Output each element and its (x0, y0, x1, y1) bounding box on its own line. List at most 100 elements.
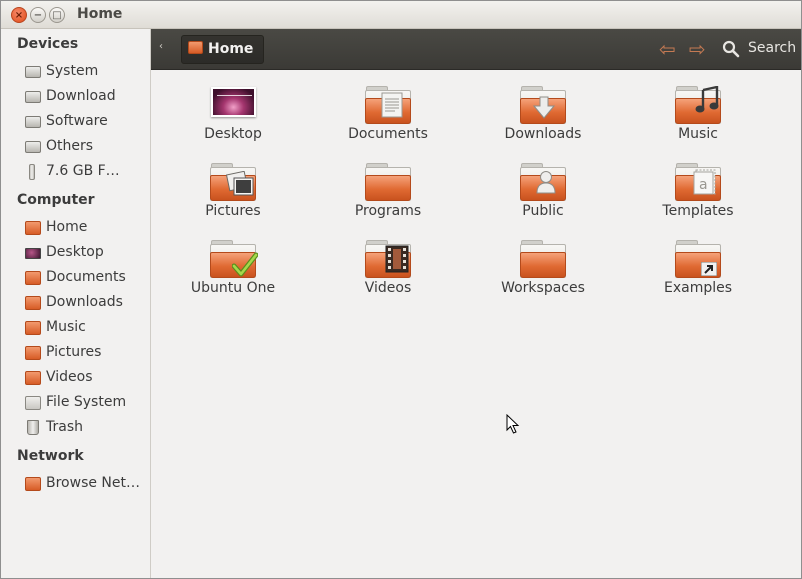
sidebar-item-label: File System (46, 394, 127, 410)
file-item-documents[interactable]: Documents (318, 70, 458, 142)
sidebar-item-videos[interactable]: Videos (25, 368, 147, 390)
folder-icon (520, 240, 566, 278)
file-item-label: Music (678, 126, 718, 142)
file-item-label: Documents (348, 126, 428, 142)
examples-folder-icon (675, 240, 721, 278)
file-item-label: Videos (364, 280, 412, 296)
sidebar-item-label: Downloads (46, 294, 123, 310)
drive-icon (25, 141, 41, 153)
sidebar-heading-devices: Devices (17, 36, 79, 52)
ubuntu-one-folder-icon (210, 240, 258, 278)
file-item-label: Downloads (504, 126, 582, 142)
sidebar-item-label: Documents (46, 269, 126, 285)
title-bar[interactable]: × − □ Home (1, 1, 801, 29)
music-folder-icon (675, 86, 721, 124)
sidebar-item-label: Home (46, 219, 88, 235)
sidebar-item-music[interactable]: Music (25, 318, 147, 340)
videos-folder-icon (25, 371, 41, 385)
file-item-ubuntu-one[interactable]: Ubuntu One (163, 224, 303, 296)
videos-folder-icon (365, 240, 411, 278)
sidebar-item-software[interactable]: Software (25, 112, 147, 134)
file-item-downloads[interactable]: Downloads (473, 70, 613, 142)
svg-text:a: a (699, 177, 708, 193)
sidebar-item-downloads[interactable]: Downloads (25, 293, 147, 315)
sidebar-heading-computer: Computer (17, 192, 95, 208)
home-folder-icon (188, 41, 203, 54)
folder-icon (365, 163, 411, 201)
drive-icon (25, 91, 41, 103)
pictures-folder-icon (210, 163, 256, 201)
sidebar-item-label: Music (46, 319, 86, 335)
desktop-thumbnail-icon (211, 87, 256, 117)
trash-icon (27, 420, 39, 435)
file-item-public[interactable]: Public (473, 147, 613, 219)
sidebar-item-label: Pictures (46, 344, 102, 360)
sidebar-item-home[interactable]: Home (25, 218, 147, 240)
drive-icon (25, 116, 41, 128)
file-item-label: Examples (663, 280, 733, 296)
file-item-templates[interactable]: a Templates (628, 147, 768, 219)
sidebar-item-usb-drive[interactable]: 7.6 GB F… (25, 162, 164, 184)
back-arrow-icon[interactable]: ⇦ (659, 37, 676, 61)
network-icon (25, 477, 41, 491)
breadcrumb-home-button[interactable]: Home (181, 35, 265, 64)
forward-arrow-icon[interactable]: ⇨ (689, 37, 706, 61)
file-grid: Desktop Documents Downloads Music Pictur… (151, 70, 801, 578)
music-folder-icon (25, 321, 41, 335)
desktop-icon (25, 248, 41, 259)
file-item-pictures[interactable]: Pictures (163, 147, 303, 219)
file-item-label: Ubuntu One (190, 280, 276, 296)
breadcrumb-label: Home (208, 41, 254, 57)
file-item-videos[interactable]: Videos (318, 224, 458, 296)
usb-drive-icon (29, 164, 35, 180)
sidebar-item-pictures[interactable]: Pictures (25, 343, 147, 365)
sidebar-item-browse-network[interactable]: Browse Net… (25, 474, 147, 496)
sidebar-item-label: Software (46, 113, 108, 129)
sidebar-item-desktop[interactable]: Desktop (25, 243, 147, 265)
sidebar-item-label: Download (46, 88, 116, 104)
home-folder-icon (25, 221, 41, 235)
sidebar-item-label: Trash (46, 419, 83, 435)
sidebar-item-label: Videos (46, 369, 93, 385)
sidebar-item-trash[interactable]: Trash (25, 418, 147, 440)
search-icon[interactable] (722, 40, 740, 58)
file-item-label: Desktop (204, 126, 262, 142)
file-item-label: Pictures (205, 203, 261, 219)
file-item-workspaces[interactable]: Workspaces (473, 224, 613, 296)
minimize-window-button[interactable]: − (30, 7, 46, 23)
sidebar: Devices System Download Software Others … (1, 29, 164, 578)
sidebar-item-label: 7.6 GB F… (46, 163, 120, 179)
downloads-folder-icon (25, 296, 41, 310)
breadcrumb-scroll-left-button[interactable]: ‹ (159, 41, 163, 52)
sidebar-item-label: Others (46, 138, 94, 154)
file-item-music[interactable]: Music (628, 70, 768, 142)
file-item-label: Templates (662, 203, 734, 219)
window-title: Home (77, 6, 123, 22)
file-item-examples[interactable]: Examples (628, 224, 768, 296)
sidebar-item-label: System (46, 63, 99, 79)
search-button-label[interactable]: Search (748, 40, 796, 56)
drive-icon (25, 66, 41, 78)
sidebar-item-label: Browse Net… (46, 475, 141, 491)
sidebar-item-others[interactable]: Others (25, 137, 147, 159)
close-window-button[interactable]: × (11, 7, 27, 23)
sidebar-item-download[interactable]: Download (25, 87, 147, 109)
file-item-desktop[interactable]: Desktop (163, 70, 303, 142)
templates-folder-icon: a (675, 163, 721, 201)
sidebar-item-system[interactable]: System (25, 62, 147, 84)
pictures-folder-icon (25, 346, 41, 360)
maximize-window-button[interactable]: □ (49, 7, 65, 23)
file-item-programs[interactable]: Programs (318, 147, 458, 219)
file-manager-window: × − □ Home Devices System Download Softw… (0, 0, 802, 579)
toolbar: ‹ Home ⇦ ⇨ Search (151, 29, 801, 70)
sidebar-item-file-system[interactable]: File System (25, 393, 147, 415)
documents-folder-icon (25, 271, 41, 285)
file-item-label: Programs (354, 203, 422, 219)
sidebar-heading-network: Network (17, 448, 84, 464)
documents-folder-icon (365, 86, 411, 124)
sidebar-item-label: Desktop (46, 244, 104, 260)
file-item-label: Workspaces (501, 280, 585, 296)
public-folder-icon (520, 163, 566, 201)
sidebar-item-documents[interactable]: Documents (25, 268, 147, 290)
file-item-label: Public (522, 203, 564, 219)
